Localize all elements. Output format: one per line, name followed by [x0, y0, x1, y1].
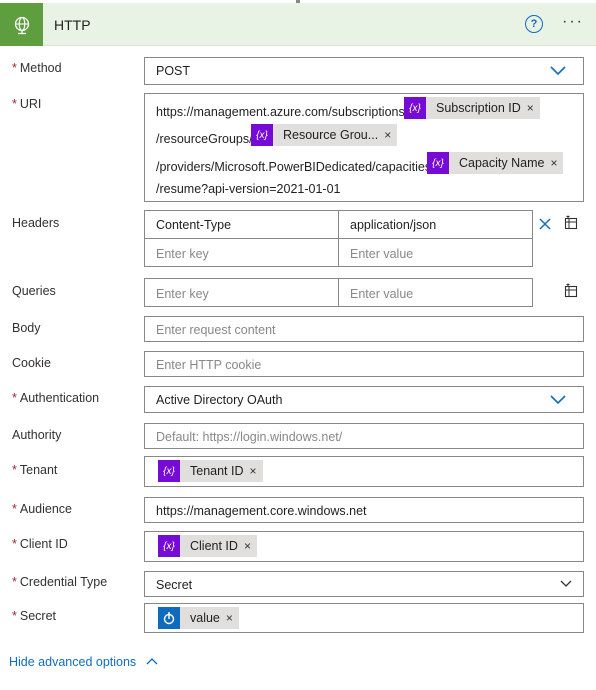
authority-label: Authority	[12, 428, 62, 442]
query-key-input[interactable]: Enter key	[144, 278, 339, 307]
uri-field[interactable]: https://management.azure.com/subscriptio…	[144, 93, 584, 202]
cookie-label: Cookie	[12, 356, 51, 370]
chevron-down-icon	[560, 580, 572, 587]
variable-icon: {x}	[404, 97, 426, 119]
uri-text-2: /resourceGroups/	[156, 132, 253, 146]
variable-icon: {x}	[427, 152, 449, 174]
header-value-1[interactable]: application/json	[338, 210, 533, 239]
close-icon[interactable]: ×	[527, 101, 540, 115]
variable-icon: {x}	[158, 535, 180, 557]
resource-group-token[interactable]: {x} Resource Grou... ×	[251, 124, 398, 146]
variable-icon: {x}	[158, 460, 180, 482]
authentication-label: * Authentication	[12, 391, 100, 405]
close-icon[interactable]: ×	[550, 156, 563, 170]
globe-icon	[0, 3, 43, 46]
audience-label: * Audience	[12, 502, 72, 516]
hide-advanced-options-link[interactable]: Hide advanced options	[9, 655, 158, 669]
queries-label: Queries	[12, 284, 56, 298]
action-header[interactable]: HTTP ? ···	[0, 3, 596, 46]
client-id-token[interactable]: {x} Client ID ×	[158, 535, 257, 557]
client-id-label: * Client ID	[12, 537, 68, 551]
uri-text-3: /providers/Microsoft.PowerBIDedicated/ca…	[156, 160, 435, 174]
uri-text-4: /resume?api-version=2021-01-01	[156, 182, 341, 196]
credential-type-dropdown[interactable]: Secret	[144, 571, 584, 597]
tenant-id-token[interactable]: {x} Tenant ID ×	[158, 460, 263, 482]
capacity-name-token[interactable]: {x} Capacity Name ×	[427, 152, 564, 174]
header-value-input[interactable]: Enter value	[338, 238, 533, 267]
chevron-up-icon	[146, 658, 158, 665]
switch-to-text-mode-icon[interactable]	[564, 215, 578, 230]
uri-label: * URI	[12, 97, 42, 111]
headers-label: Headers	[12, 216, 60, 230]
audience-input[interactable]: https://management.core.windows.net	[144, 497, 584, 523]
client-id-field[interactable]: {x} Client ID ×	[144, 531, 584, 562]
method-label: * Method	[12, 61, 62, 75]
remove-header-icon[interactable]	[539, 218, 551, 230]
variable-icon: {x}	[251, 124, 273, 146]
close-icon[interactable]: ×	[244, 539, 257, 553]
uri-text-1: https://management.azure.com/subscriptio…	[156, 105, 409, 119]
more-options-button[interactable]: ···	[562, 14, 584, 30]
secret-label: * Secret	[12, 609, 57, 623]
tenant-field[interactable]: {x} Tenant ID ×	[144, 456, 584, 487]
method-value: POST	[156, 64, 191, 78]
close-icon[interactable]: ×	[250, 464, 263, 478]
authority-input[interactable]: Default: https://login.windows.net/	[144, 423, 584, 449]
secret-value-token[interactable]: value ×	[158, 607, 239, 629]
action-title: HTTP	[54, 17, 91, 33]
subscription-id-token[interactable]: {x} Subscription ID ×	[404, 97, 540, 119]
key-vault-icon	[158, 607, 180, 629]
header-key-input[interactable]: Enter key	[144, 238, 339, 267]
chevron-down-icon	[550, 395, 566, 405]
body-label: Body	[12, 321, 41, 335]
method-dropdown[interactable]: POST	[144, 57, 584, 85]
help-icon[interactable]: ?	[525, 15, 543, 33]
credential-type-label: * Credential Type	[12, 575, 108, 589]
tenant-label: * Tenant	[12, 463, 58, 477]
switch-to-text-mode-icon[interactable]	[564, 283, 578, 298]
chevron-down-icon	[550, 66, 566, 76]
header-key-1[interactable]: Content-Type	[144, 210, 339, 239]
query-value-input[interactable]: Enter value	[338, 278, 533, 307]
cookie-input[interactable]: Enter HTTP cookie	[144, 351, 584, 377]
body-input[interactable]: Enter request content	[144, 316, 584, 342]
secret-field[interactable]: value ×	[144, 603, 584, 633]
close-icon[interactable]: ×	[384, 128, 397, 142]
authentication-dropdown[interactable]: Active Directory OAuth	[144, 386, 584, 413]
close-icon[interactable]: ×	[226, 611, 239, 625]
http-action-card: HTTP ? ··· * Method POST * URI https://man…	[0, 0, 596, 690]
